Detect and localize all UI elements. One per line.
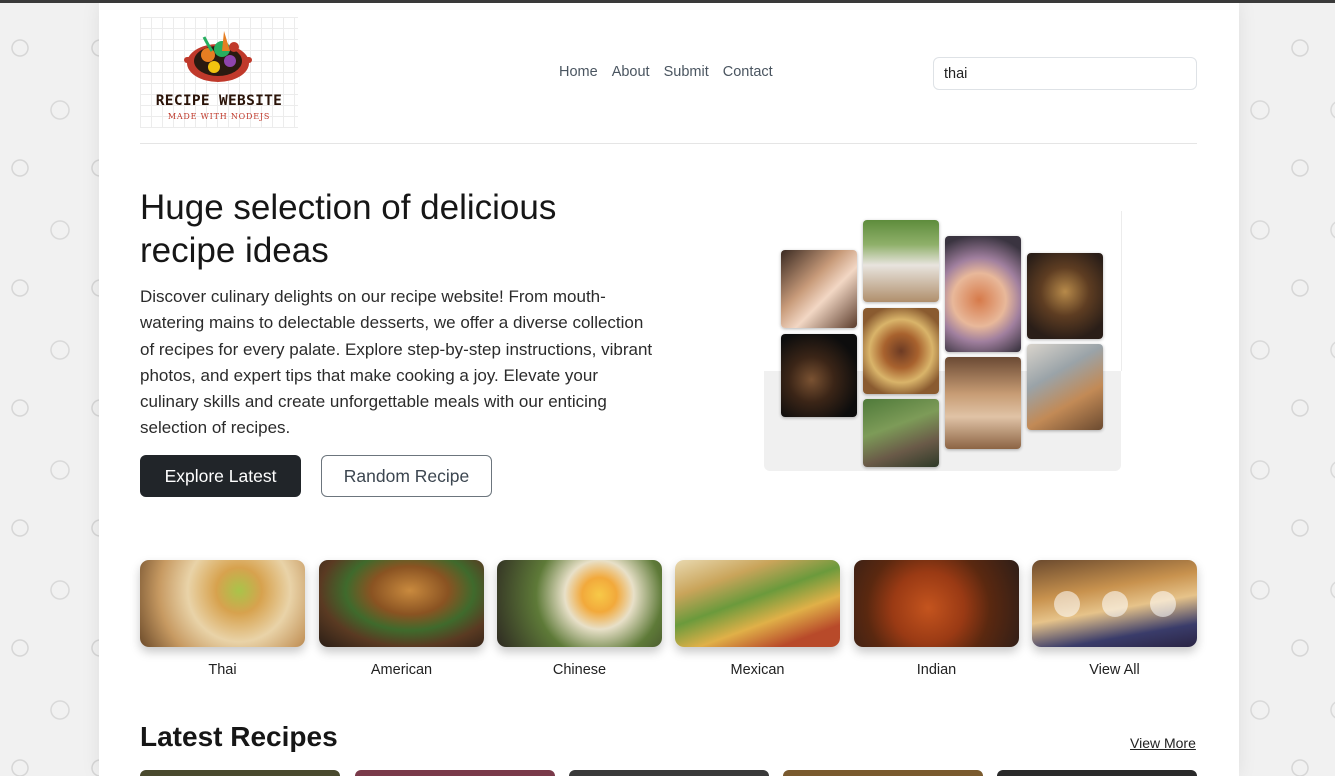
category-indian-image[interactable]: [854, 560, 1019, 647]
category-label[interactable]: Indian: [854, 662, 1019, 678]
category-label[interactable]: View All: [1032, 662, 1197, 678]
explore-latest-button[interactable]: Explore Latest: [140, 455, 301, 497]
site-subtitle: MADE WITH NODEJS: [167, 112, 271, 121]
category-american-image[interactable]: [319, 560, 484, 647]
category-chinese[interactable]: Chinese: [497, 560, 662, 678]
window-frame: [0, 0, 1335, 3]
main-nav: Home About Submit Contact: [559, 64, 773, 80]
recipe-card-preview[interactable]: [140, 770, 340, 776]
category-view-all-image[interactable]: [1032, 560, 1197, 647]
page-container: RECIPE WEBSITE MADE WITH NODEJS Home Abo…: [99, 3, 1239, 776]
category-label[interactable]: Thai: [140, 662, 305, 678]
nav-submit[interactable]: Submit: [664, 64, 709, 80]
collage-photo-serving: [1027, 344, 1103, 430]
hero-title: Huge selection of delicious recipe ideas: [140, 188, 557, 270]
category-mexican[interactable]: Mexican: [675, 560, 840, 678]
recipe-card-preview[interactable]: [569, 770, 769, 776]
recipe-card-preview[interactable]: [355, 770, 555, 776]
category-view-all[interactable]: View All: [1032, 560, 1197, 678]
category-thai-image[interactable]: [140, 560, 305, 647]
collage-photo-appetizers: [1027, 253, 1103, 339]
category-thai[interactable]: Thai: [140, 560, 305, 678]
site-logo[interactable]: RECIPE WEBSITE MADE WITH NODEJS: [140, 17, 298, 128]
category-american[interactable]: American: [319, 560, 484, 678]
collage-photo-octopus-bowl: [863, 308, 939, 394]
random-recipe-button[interactable]: Random Recipe: [321, 455, 492, 497]
latest-recipes-heading: Latest Recipes: [140, 721, 338, 752]
category-indian[interactable]: Indian: [854, 560, 1019, 678]
search-input[interactable]: [933, 57, 1197, 90]
carousel-dots: [1054, 591, 1176, 617]
view-more-link[interactable]: View More: [1130, 735, 1196, 751]
category-label[interactable]: American: [319, 662, 484, 678]
recipe-card-preview[interactable]: [783, 770, 983, 776]
recipe-card-preview[interactable]: [997, 770, 1197, 776]
cooking-pot-logo-icon: [184, 31, 252, 82]
category-label[interactable]: Mexican: [675, 662, 840, 678]
collage-photo-plate-hands: [781, 334, 857, 417]
collage-photo-women-dining: [945, 357, 1021, 449]
collage-photo-fish-dish: [945, 236, 1021, 352]
collage-photo-group-garden: [863, 399, 939, 467]
site-title: RECIPE WEBSITE: [155, 93, 283, 109]
nav-contact[interactable]: Contact: [723, 64, 773, 80]
collage-photo-chefs: [781, 250, 857, 328]
collage-photo-chef-outdoor: [863, 220, 939, 302]
hero-description: Discover culinary delights on our recipe…: [140, 287, 653, 438]
category-label[interactable]: Chinese: [497, 662, 662, 678]
header-divider: [140, 143, 1197, 144]
nav-home[interactable]: Home: [559, 64, 598, 80]
nav-about[interactable]: About: [612, 64, 650, 80]
category-mexican-image[interactable]: [675, 560, 840, 647]
category-chinese-image[interactable]: [497, 560, 662, 647]
